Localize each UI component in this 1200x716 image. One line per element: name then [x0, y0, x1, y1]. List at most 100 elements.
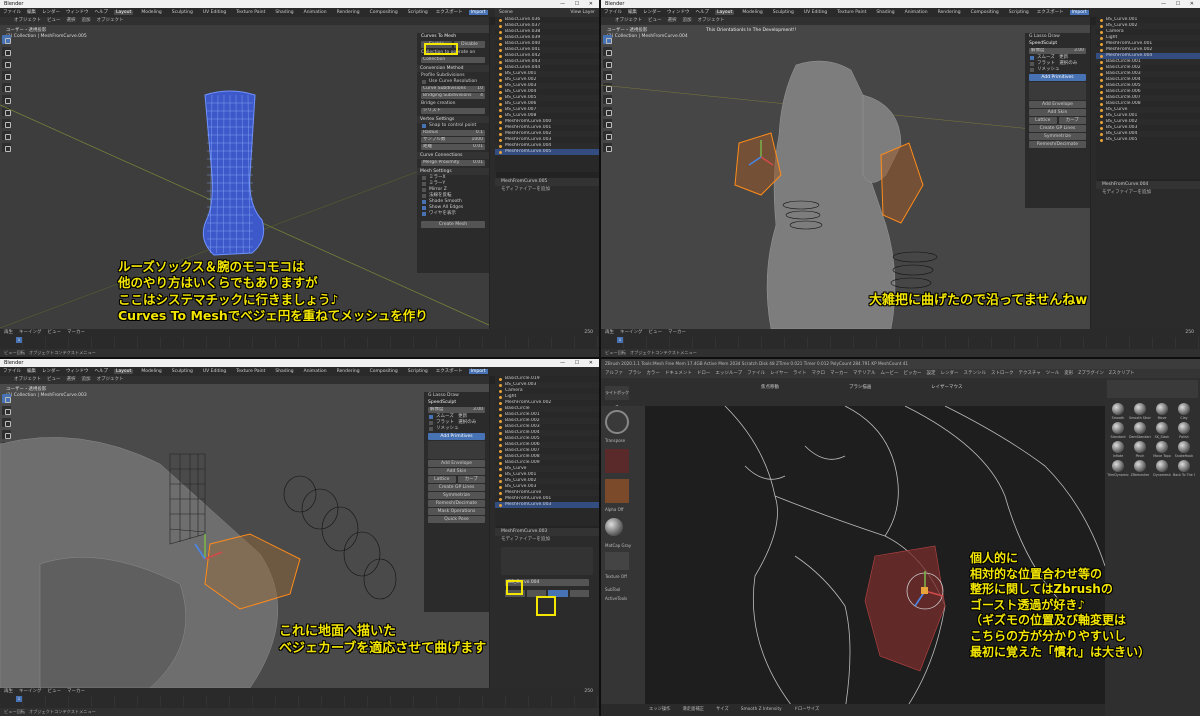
g-lasso-draw-label[interactable]: G Lasso Draw: [1025, 33, 1090, 40]
timeline-scale[interactable]: [0, 337, 599, 348]
viewport-menu-item[interactable]: 追加: [82, 18, 91, 23]
add-envelope-button[interactable]: Add Envelope: [1029, 101, 1086, 108]
viewport-menu-item[interactable]: オブジェクト: [97, 18, 124, 23]
add-modifier-menu[interactable]: モディファイアーを追加: [495, 536, 599, 543]
zbrush-menu-item[interactable]: アルファ: [605, 371, 623, 376]
menu-item[interactable]: レンダー: [643, 10, 661, 15]
zbrush-menu-item[interactable]: 設定: [926, 371, 935, 376]
radius-field[interactable]: Radius 0.1: [421, 130, 485, 136]
add-primitives-button[interactable]: Add Primitives: [1029, 74, 1086, 81]
timeline[interactable]: 再生 キーイング ビュー マーカー 250 1: [0, 688, 599, 708]
viewport-menu-item[interactable]: ビュー: [47, 377, 61, 382]
playhead[interactable]: 1: [617, 337, 623, 343]
lightbox-button[interactable]: ライトボックス: [605, 386, 629, 409]
add-modifier-menu[interactable]: モディファイアーを追加: [495, 186, 599, 193]
workspace-tab[interactable]: Compositing: [368, 369, 400, 374]
mask-operations-button[interactable]: Mask Operations: [428, 508, 485, 515]
viewport-menu-item[interactable]: 選択: [67, 18, 76, 23]
timeline-scale[interactable]: [601, 337, 1200, 348]
workspace-tab[interactable]: Rendering: [335, 369, 362, 374]
brush-grid[interactable]: Smooth Smooth Stronger Move Clay StandardDam…: [1105, 400, 1200, 480]
timeline[interactable]: 再生 キーイング ビュー マーカー 250 1: [601, 329, 1200, 349]
wire-display-checkbox[interactable]: ワイヤを表示: [417, 211, 489, 217]
window-controls[interactable]: — ☐ ✕: [1161, 0, 1198, 8]
viewport-menu-item[interactable]: オブジェクト: [615, 18, 642, 23]
workspace-tab[interactable]: UV Editing: [201, 10, 228, 15]
zbrush-menu-item[interactable]: レイヤー: [770, 371, 788, 376]
menu-item[interactable]: ファイル: [604, 10, 622, 15]
workspace-tab[interactable]: Layout: [715, 10, 735, 15]
zbrush-menu-item[interactable]: レンダー: [940, 371, 958, 376]
workspace-tab[interactable]: UV Editing: [802, 10, 829, 15]
curve-connections-header[interactable]: Curve Connections: [417, 152, 489, 159]
menu-item[interactable]: ウィンドウ: [667, 10, 690, 15]
import-button[interactable]: Import: [1069, 10, 1089, 15]
create-gp-lines-button[interactable]: Create GP Lines: [428, 484, 485, 491]
menu-item[interactable]: ヘルプ: [95, 369, 109, 374]
create-mesh-button[interactable]: Create Mesh: [421, 221, 485, 228]
timeline-menu-item[interactable]: キーイング: [620, 330, 643, 335]
workspace-tab[interactable]: Animation: [302, 10, 329, 15]
brush-button[interactable]: SnakeHook: [1173, 441, 1195, 458]
curve-modifier-box[interactable]: [501, 547, 593, 575]
menu-item[interactable]: ファイル: [3, 10, 21, 15]
use-curve-resolution-checkbox[interactable]: Use Curve Resolution: [417, 79, 489, 85]
curve-button[interactable]: カーブ: [457, 476, 485, 483]
zbrush-menu-item[interactable]: エッジループ: [715, 371, 742, 376]
bottom-bar-item[interactable]: エッジ操作: [649, 707, 670, 712]
menu-item[interactable]: ヘルプ: [95, 10, 109, 15]
bridging-subdivisions-field[interactable]: Bridging Subdivisions 4: [421, 93, 485, 99]
menu-item[interactable]: 編集: [27, 10, 36, 15]
timeline[interactable]: 再生 キーイング ビュー マーカー 250 1: [0, 329, 599, 349]
brush-button[interactable]: Back To The Center: [1173, 460, 1195, 477]
create-gp-lines-button[interactable]: Create GP Lines: [1029, 125, 1086, 132]
export-button[interactable]: エクスポート: [436, 369, 463, 374]
brush-button[interactable]: Inflate: [1107, 441, 1129, 458]
symmetrize-button[interactable]: Symmetrize: [428, 492, 485, 499]
workspace-tab[interactable]: Layout: [114, 369, 134, 374]
collection-field[interactable]: Collection: [421, 57, 485, 63]
timeline-menu-item[interactable]: マーカー: [67, 689, 85, 694]
zbrush-menu-item[interactable]: マーカー: [830, 371, 848, 376]
timeline-scale[interactable]: [0, 696, 599, 707]
zbrush-menu-item[interactable]: ファイル: [747, 371, 765, 376]
export-button[interactable]: エクスポート: [1037, 10, 1064, 15]
disable-button[interactable]: Disable: [454, 41, 485, 48]
window-controls[interactable]: — ☐ ✕: [560, 359, 597, 367]
menu-item[interactable]: 編集: [628, 10, 637, 15]
brush-button[interactable]: SK_Slash: [1151, 422, 1173, 439]
viewport-menu-item[interactable]: 選択: [668, 18, 677, 23]
workspace-tab[interactable]: Animation: [903, 10, 930, 15]
menu-item[interactable]: ファイル: [3, 369, 21, 374]
workspace-tab[interactable]: Modeling: [740, 10, 764, 15]
workspace-tab[interactable]: Modeling: [139, 369, 163, 374]
viewport-header[interactable]: オブジェクト ビュー 選択 追加 オブジェクト: [601, 17, 1090, 25]
outliner-item[interactable]: MeshFromCurve.003: [495, 502, 599, 508]
zbrush-menu-item[interactable]: 変形: [1064, 371, 1073, 376]
viewport-menu-item[interactable]: ビュー: [648, 18, 662, 23]
zbrush-menu-item[interactable]: ドキュメント: [665, 371, 692, 376]
lattice-button[interactable]: Lattice: [1029, 117, 1057, 124]
brush-button[interactable]: DamStandard: [1129, 422, 1151, 439]
brush-button[interactable]: TrimDynamic: [1107, 460, 1129, 477]
workspace-tab[interactable]: Sculpting: [170, 369, 195, 374]
workspace-tab[interactable]: Shading: [273, 369, 295, 374]
timeline-menu-item[interactable]: キーイング: [19, 330, 42, 335]
menu-item[interactable]: ウィンドウ: [66, 10, 89, 15]
vertex-settings-header[interactable]: Vertex Settings: [417, 116, 489, 123]
brush-button[interactable]: Polish: [1173, 422, 1195, 439]
bottom-bar-item[interactable]: 滑走面補正: [682, 707, 703, 712]
export-button[interactable]: エクスポート: [436, 10, 463, 15]
timeline-end-frame[interactable]: 250: [584, 688, 593, 695]
timeline-menu-item[interactable]: 再生: [605, 330, 614, 335]
brush-button[interactable]: Move Topo: [1151, 441, 1173, 458]
viewport-header[interactable]: オブジェクト ビュー 選択 追加 オブジェクト: [0, 376, 489, 384]
brush-button[interactable]: ZRemesher: [1129, 460, 1151, 477]
remesh-checkbox[interactable]: リメッシュ: [424, 426, 489, 432]
import-button[interactable]: Import: [468, 369, 488, 374]
timeline-menu-item[interactable]: 再生: [4, 689, 13, 694]
brush-button[interactable]: Clay: [1173, 403, 1195, 420]
zbrush-menu-item[interactable]: ツール: [1046, 371, 1060, 376]
outliner-item[interactable]: BS_Curve.005: [1096, 137, 1200, 143]
playhead[interactable]: 1: [16, 337, 22, 343]
